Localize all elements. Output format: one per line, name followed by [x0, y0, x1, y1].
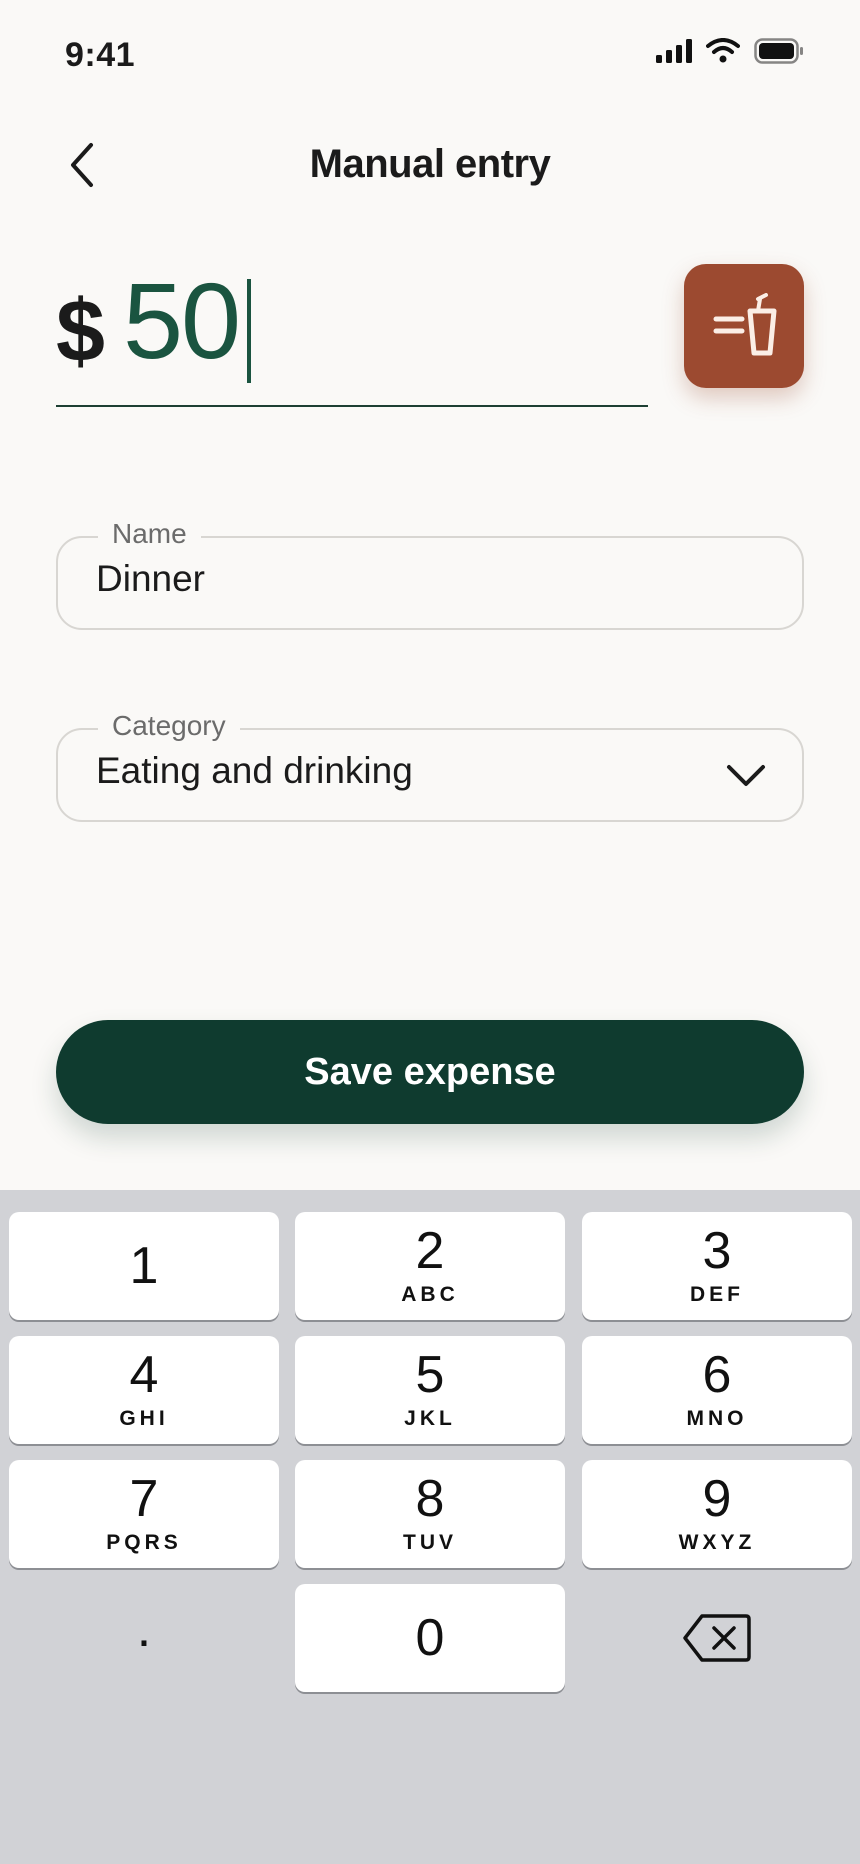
text-caret: [247, 279, 252, 383]
key-decimal[interactable]: .: [9, 1584, 279, 1692]
name-field-label: Name: [98, 518, 201, 550]
key-8[interactable]: 8 TUV: [295, 1460, 565, 1568]
key-backspace[interactable]: [582, 1584, 852, 1692]
backspace-icon: [683, 1614, 751, 1662]
key-6[interactable]: 6 MNO: [582, 1336, 852, 1444]
category-select[interactable]: Category Eating and drinking: [56, 710, 804, 822]
key-4[interactable]: 4 GHI: [9, 1336, 279, 1444]
key-5[interactable]: 5 JKL: [295, 1336, 565, 1444]
amount-input[interactable]: $ 50: [56, 262, 648, 407]
name-field-value: Dinner: [96, 558, 205, 599]
name-field[interactable]: Name Dinner: [56, 518, 804, 630]
save-expense-button[interactable]: Save expense: [56, 1020, 804, 1124]
category-field-value: Eating and drinking: [96, 750, 413, 791]
status-time: 9:41: [65, 36, 136, 74]
currency-symbol: $: [56, 281, 105, 380]
status-bar: 9:41: [0, 0, 860, 110]
header: Manual entry: [0, 120, 860, 210]
key-1[interactable]: 1: [9, 1212, 279, 1320]
key-3[interactable]: 3 DEF: [582, 1212, 852, 1320]
wifi-icon: [706, 38, 740, 63]
numeric-keyboard: 1 2 ABC 3 DEF 4 GHI 5 JKL 6 MNO 7 PQRS 8…: [0, 1190, 860, 1864]
category-icon-button[interactable]: [684, 264, 804, 388]
key-9[interactable]: 9 WXYZ: [582, 1460, 852, 1568]
chevron-down-icon: [724, 756, 768, 796]
amount-value: 50: [122, 260, 241, 381]
category-field-label: Category: [98, 710, 240, 742]
cup-icon: [713, 293, 777, 356]
status-icons: [656, 38, 804, 64]
page-title: Manual entry: [309, 142, 551, 186]
battery-icon: [754, 38, 803, 64]
key-7[interactable]: 7 PQRS: [9, 1460, 279, 1568]
signal-icon: [656, 39, 692, 63]
key-0[interactable]: 0: [295, 1584, 565, 1692]
key-2[interactable]: 2 ABC: [295, 1212, 565, 1320]
